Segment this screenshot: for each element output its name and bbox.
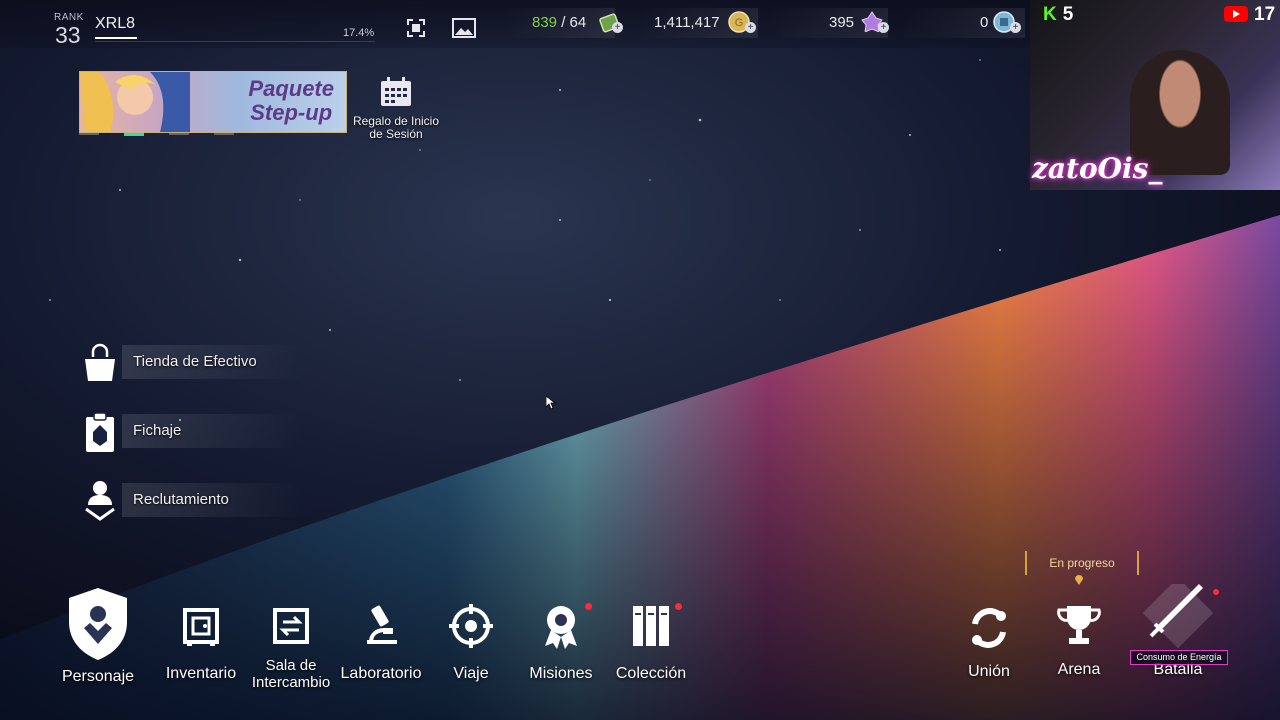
gems-counter: 395 xyxy=(829,14,855,31)
battle-in-progress-tag: En progreso xyxy=(1025,551,1139,575)
add-gold-button[interactable]: + xyxy=(745,22,756,33)
medal-icon xyxy=(545,606,577,649)
player-name[interactable]: XRL8 xyxy=(95,15,135,33)
tickets-counter: 0 xyxy=(980,14,989,31)
add-energy-button[interactable]: + xyxy=(612,22,623,33)
add-tickets-button[interactable]: + xyxy=(1010,22,1021,33)
nav-union[interactable]: Unión xyxy=(944,590,1034,680)
nav-label: Colección xyxy=(615,665,687,682)
side-item-cash-shop[interactable]: Tienda de Efectivo xyxy=(80,339,302,385)
streamer-handle: zatoOis_ xyxy=(1032,152,1163,185)
recruit-icon xyxy=(85,481,115,521)
nav-lab[interactable]: Laboratorio xyxy=(336,590,426,682)
energy-consumption-tag: Consumo de Energía xyxy=(1130,650,1228,665)
kick-logo-icon: K xyxy=(1043,4,1057,25)
safe-icon xyxy=(183,608,219,646)
clipboard-icon xyxy=(86,412,114,452)
gallery-image-icon[interactable] xyxy=(452,18,476,38)
nav-exchange[interactable]: Sala de Intercambio xyxy=(246,590,336,691)
nav-inventory[interactable]: Inventario xyxy=(156,590,246,682)
character-shield-icon xyxy=(69,588,127,660)
energy-counter: 839 / 64 xyxy=(532,14,586,31)
shopping-bag-icon xyxy=(85,343,115,381)
nav-label: Personaje xyxy=(61,668,135,685)
nav-label: Arena xyxy=(1057,661,1101,678)
svg-text:G: G xyxy=(735,17,744,29)
nav-label: Unión xyxy=(968,663,1010,680)
step-up-package-banner[interactable]: Paquete Step-up xyxy=(79,71,347,133)
banner-page-indicator xyxy=(79,133,234,136)
rank-value: 33 xyxy=(55,22,81,48)
banner-title-line2: Step-up xyxy=(250,100,333,125)
progress-marker-icon xyxy=(1075,575,1083,585)
nav-label-line2: Intercambio xyxy=(251,674,331,691)
nav-label: Viaje xyxy=(453,665,489,682)
exp-bar xyxy=(95,41,375,42)
nav-label: Sala de xyxy=(265,657,317,674)
nav-travel[interactable]: Viaje xyxy=(426,590,516,682)
union-icon xyxy=(972,608,1006,648)
books-icon xyxy=(633,606,669,646)
nav-label: Misiones xyxy=(529,665,593,682)
nav-missions[interactable]: Misiones xyxy=(516,590,606,682)
nav-character[interactable]: Personaje xyxy=(53,588,143,685)
missions-notification-dot xyxy=(585,603,592,610)
kick-viewers: 5 xyxy=(1062,4,1074,25)
login-gift-line2: de Sesión xyxy=(369,127,423,141)
exp-percent: 17.4% xyxy=(343,27,375,39)
side-item-label: Fichaje xyxy=(133,422,182,439)
calendar-icon[interactable] xyxy=(379,76,413,108)
mouse-cursor-icon xyxy=(546,396,556,410)
energy-current: 839 xyxy=(532,14,558,31)
gold-counter: 1,411,417 xyxy=(654,14,720,31)
add-gems-button[interactable]: + xyxy=(878,22,889,33)
side-item-recruitment[interactable]: Reclutamiento xyxy=(80,477,302,523)
crosshair-icon xyxy=(449,604,493,648)
sword-icon xyxy=(1142,584,1219,648)
youtube-logo-icon xyxy=(1224,6,1248,22)
kick-viewer-count: K5 xyxy=(1043,4,1073,26)
collection-notification-dot xyxy=(675,603,682,610)
side-item-label: Reclutamiento xyxy=(133,491,229,508)
nav-label: Laboratorio xyxy=(340,665,422,682)
side-item-label: Tienda de Efectivo xyxy=(133,353,257,370)
side-item-signing[interactable]: Fichaje xyxy=(80,408,302,454)
youtube-viewers: 17 xyxy=(1254,4,1276,25)
exchange-icon xyxy=(273,608,309,644)
nav-collection[interactable]: Colección xyxy=(606,590,696,682)
banner-title: Paquete Step-up xyxy=(248,77,334,125)
fullscreen-icon[interactable] xyxy=(406,18,426,38)
microscope-icon xyxy=(367,605,397,644)
nav-label: Inventario xyxy=(165,665,237,682)
banner-title-line1: Paquete xyxy=(248,76,334,101)
banner-character-art xyxy=(80,72,190,132)
youtube-viewer-count: 17 xyxy=(1224,4,1275,26)
player-name-underline xyxy=(95,37,137,39)
trophy-icon xyxy=(1057,606,1101,644)
energy-max: / 64 xyxy=(561,14,587,31)
login-gift-label[interactable]: Regalo de Inicio de Sesión xyxy=(351,115,441,141)
nav-arena[interactable]: Arena xyxy=(1034,590,1124,678)
